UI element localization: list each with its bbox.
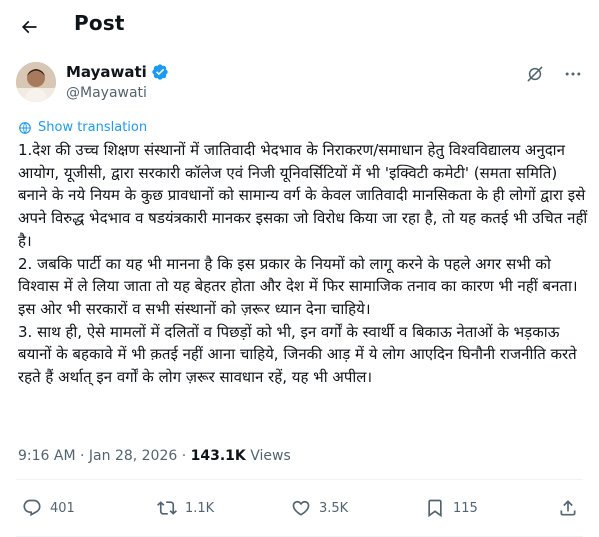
reply-icon bbox=[23, 499, 41, 517]
more-options-button[interactable] bbox=[563, 64, 583, 84]
meta-separator: · bbox=[181, 448, 187, 464]
verified-badge-icon bbox=[152, 64, 168, 80]
arrow-left-icon bbox=[21, 20, 37, 34]
avatar[interactable] bbox=[16, 62, 56, 102]
post-paragraph: 3. साथ ही, ऐसे मामलों में दलितों व पिछड़… bbox=[18, 322, 577, 387]
share-button[interactable] bbox=[558, 498, 578, 518]
heart-icon bbox=[292, 500, 310, 516]
reply-button[interactable]: 401 bbox=[22, 498, 75, 518]
post-actions-bar: 401 1.1K 3.5K 115 bbox=[0, 490, 599, 530]
views-label: Views bbox=[250, 448, 291, 464]
avatar-photo bbox=[16, 62, 56, 102]
meta-separator: · bbox=[80, 448, 85, 464]
post-meta: 9:16 AM · Jan 28, 2026 · 143.1K Views bbox=[18, 448, 291, 464]
post-date[interactable]: Jan 28, 2026 bbox=[89, 448, 177, 464]
repost-count: 1.1K bbox=[185, 500, 215, 516]
divider bbox=[16, 479, 583, 480]
repost-icon bbox=[157, 501, 177, 515]
post-paragraph: 2. जबकि पार्टी का यह भी मानना है कि इस प… bbox=[18, 254, 578, 318]
show-translation-link[interactable]: Show translation bbox=[18, 120, 147, 135]
show-translation-label: Show translation bbox=[38, 120, 148, 135]
grok-button[interactable] bbox=[525, 64, 545, 84]
author-handle[interactable]: @Mayawati bbox=[66, 85, 147, 101]
bookmark-icon bbox=[428, 499, 442, 518]
views-count[interactable]: 143.1K bbox=[191, 448, 246, 464]
post-time[interactable]: 9:16 AM bbox=[18, 448, 76, 464]
bookmark-button[interactable]: 115 bbox=[425, 498, 478, 518]
like-count: 3.5K bbox=[319, 500, 349, 516]
post-text: 1.देश की उच्च शिक्षण संस्थानों में जातिव… bbox=[18, 139, 590, 389]
more-horizontal-icon bbox=[565, 72, 581, 76]
share-icon bbox=[560, 500, 576, 516]
author-display-name[interactable]: Mayawati bbox=[66, 63, 147, 81]
page-title: Post bbox=[74, 11, 125, 35]
globe-icon bbox=[19, 121, 31, 134]
repost-button[interactable]: 1.1K bbox=[157, 498, 214, 518]
like-button[interactable]: 3.5K bbox=[291, 498, 348, 518]
post-paragraph: 1.देश की उच्च शिक्षण संस्थानों में जातिव… bbox=[18, 141, 588, 250]
post-header: Post bbox=[0, 0, 599, 53]
grok-slash-icon bbox=[527, 66, 543, 82]
bookmark-count: 115 bbox=[453, 500, 478, 516]
author-name-row: Mayawati bbox=[66, 63, 169, 81]
back-button[interactable] bbox=[16, 14, 42, 40]
post-top-actions bbox=[525, 64, 583, 84]
reply-count: 401 bbox=[50, 500, 75, 516]
